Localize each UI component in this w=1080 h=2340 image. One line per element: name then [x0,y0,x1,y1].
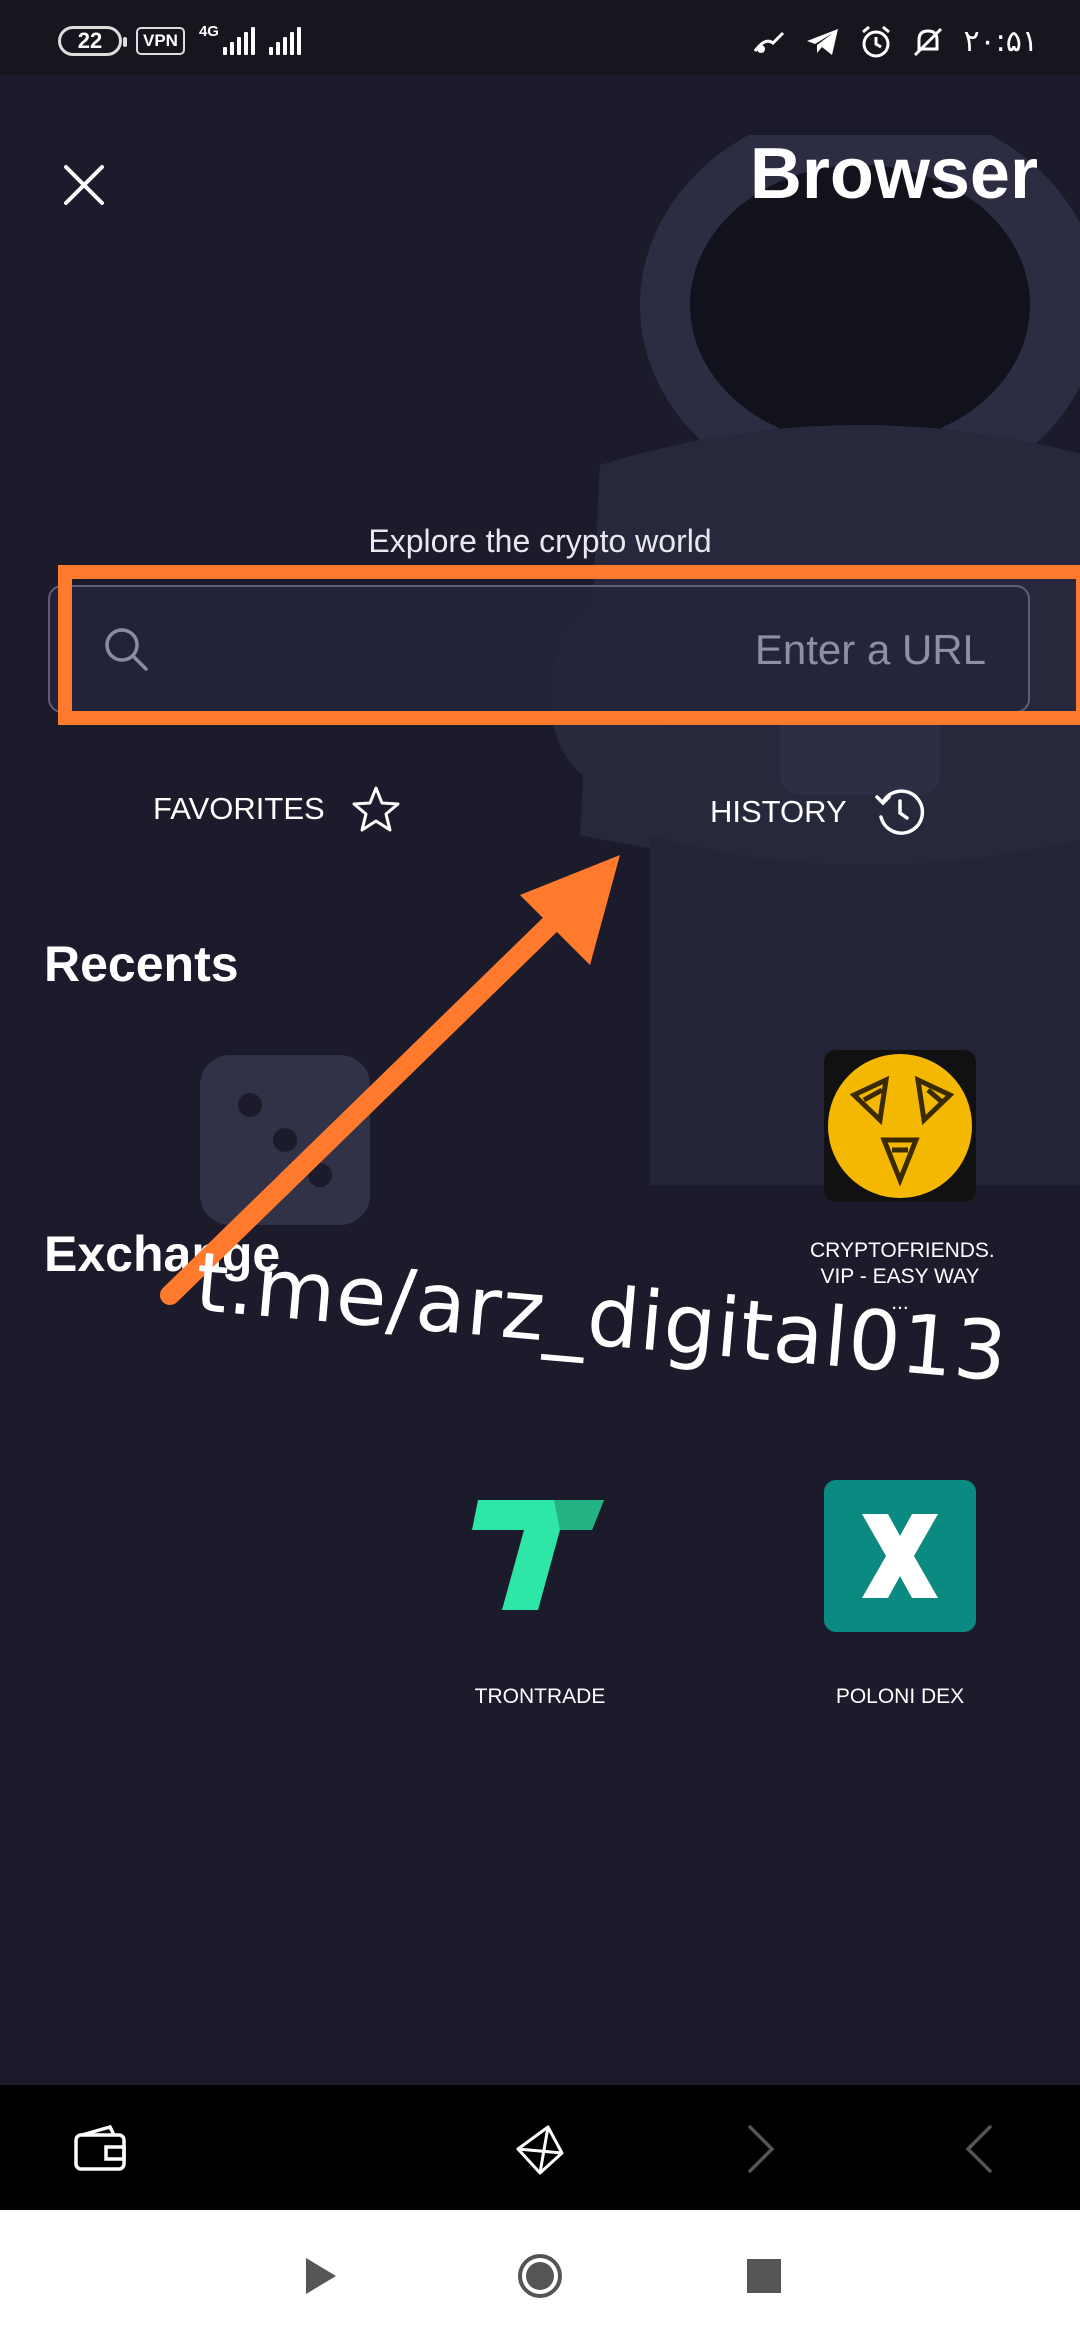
search-heading: Explore the crypto world [368,523,712,559]
home-circle-icon[interactable] [516,2252,564,2300]
trontrade-logo-icon [464,1480,616,1632]
signal-icon-2 [268,27,301,55]
browser-screen: Browser Explore the crypto world FAVORIT… [0,75,1080,2085]
dapp-browser-icon[interactable] [510,2119,570,2179]
star-icon [352,786,400,832]
stop-square-icon[interactable] [740,2252,788,2300]
history-clock-icon [874,789,924,835]
forward-icon[interactable] [730,2119,790,2179]
signal-icon [222,27,255,55]
trontrade-label: TRONTRADE [474,1685,606,1708]
recents-title: Recents [44,936,239,992]
back-icon[interactable] [950,2119,1010,2179]
status-bar-right: ۲۰:۵۱ [751,24,1038,59]
dice-background-image [200,1055,370,1225]
battery-indicator: 22 [58,26,127,56]
recent-tile[interactable]: CRYPTOFRIENDS. VIP - EASY WAY ... [810,1050,995,1316]
network-type: 4G [198,22,219,40]
exchange-tile-trontrade[interactable]: TRONTRADE [450,1480,630,1710]
favorites-label: FAVORITES [153,791,325,826]
mute-icon [914,27,943,56]
polonidex-label: POLONI DEX [835,1685,965,1708]
polonidex-logo-icon [824,1480,976,1632]
clock: ۲۰:۵۱ [963,24,1038,59]
app-notification-icon [754,31,785,53]
page-title: Browser [749,134,1038,214]
status-bar-left: 22 VPN 4G [58,22,301,56]
cryptofriends-logo-icon [824,1050,976,1202]
annotation-highlight-box [58,565,1080,725]
wallet-icon[interactable] [70,2119,130,2179]
system-navigation-bar [0,2210,1080,2340]
exchange-tile-polonidex[interactable]: POLONI DEX [810,1480,990,1710]
history-label: HISTORY [710,794,847,829]
status-bar: 22 VPN 4G ۲۰:۵۱ [0,0,1080,75]
close-icon[interactable] [56,157,112,213]
favorites-link[interactable]: FAVORITES [153,785,401,833]
vpn-badge: VPN [136,27,185,55]
alarm-icon [862,25,891,57]
history-link[interactable]: HISTORY [710,785,927,839]
play-icon[interactable] [296,2252,344,2300]
bottom-navigation [0,2085,1080,2210]
telegram-icon [807,28,839,55]
